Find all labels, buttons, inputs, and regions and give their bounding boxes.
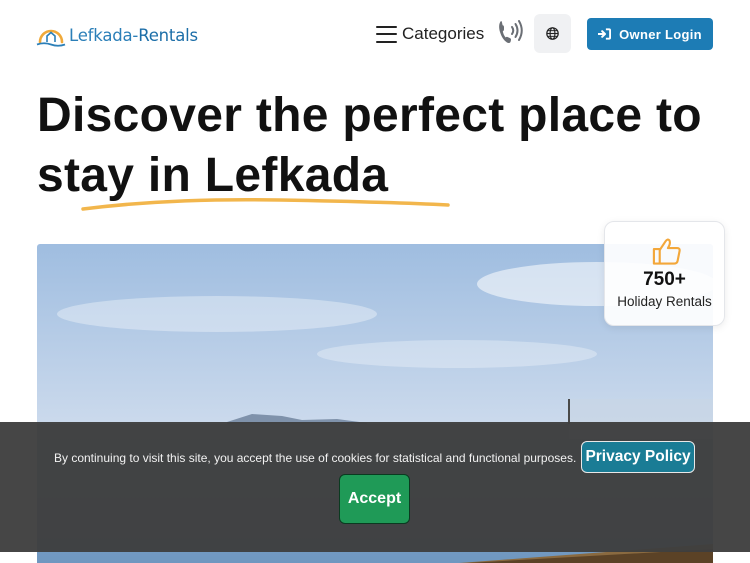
hero-title: Discover the perfect place to stay in Le… [37,89,702,202]
stat-label: Holiday Rentals [617,294,712,309]
categories-menu-button[interactable]: Categories [376,20,484,48]
cookie-message: By continuing to visit this site, you ac… [54,451,577,465]
logo-text: Lefkada-Rentals [69,25,198,45]
language-button[interactable] [534,14,571,53]
thumbs-up-icon [652,238,681,265]
accept-cookies-button[interactable]: Accept [339,474,410,524]
cookie-consent-banner: By continuing to visit this site, you ac… [0,422,750,552]
owner-login-label: Owner Login [619,26,702,42]
logo-sunrise-icon [36,29,66,47]
site-logo[interactable]: Lefkada-Rentals [36,22,198,48]
hamburger-icon [376,25,397,43]
categories-label: Categories [402,24,485,43]
globe-icon [546,27,559,40]
title-underline-decoration [81,197,450,211]
phone-ringing-icon[interactable] [497,17,523,47]
stat-value: 750+ [643,269,686,290]
rentals-stat-card: 750+ Holiday Rentals [604,221,725,326]
owner-login-button[interactable]: Owner Login [587,18,713,50]
privacy-policy-button[interactable]: Privacy Policy [581,441,695,473]
sign-in-icon [598,28,612,40]
